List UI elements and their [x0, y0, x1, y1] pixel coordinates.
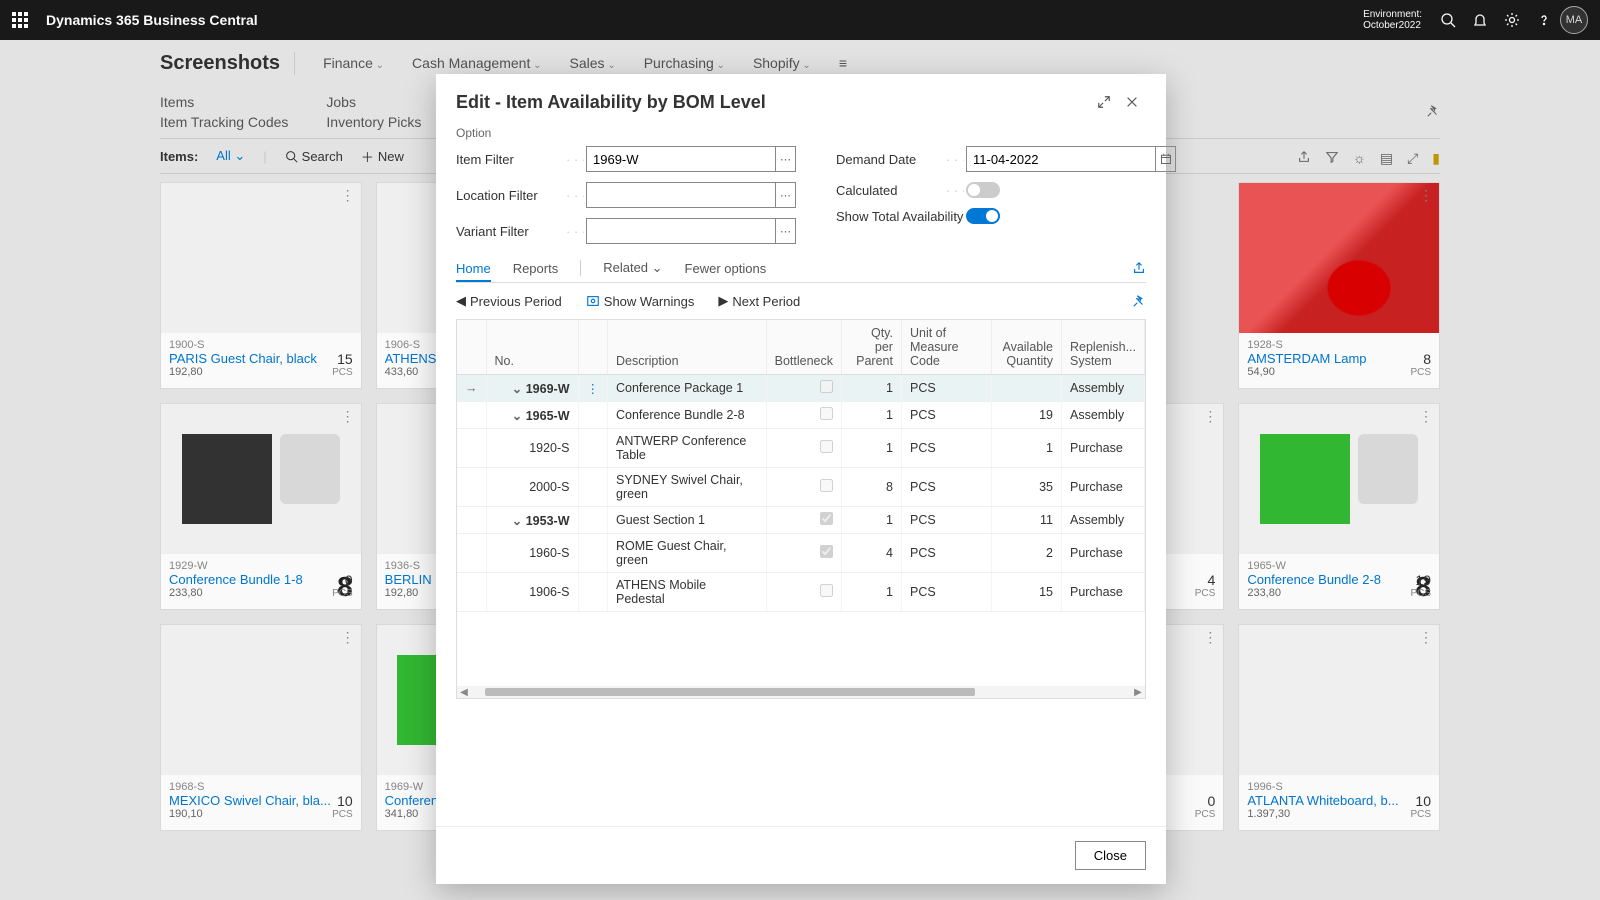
col-bottleneck[interactable]: Bottleneck — [775, 354, 833, 368]
col-qty-per-parent[interactable]: Qty. per Parent — [856, 326, 893, 368]
collapse-icon[interactable]: ⌄ — [512, 382, 522, 396]
table-row[interactable]: ⌄ 1953-W Guest Section 1 1 PCS 11 Assemb… — [457, 507, 1145, 534]
location-filter-label: Location Filter — [456, 188, 586, 203]
bottleneck-checkbox — [820, 584, 833, 597]
table-row[interactable]: 1920-S ANTWERP Conference Table 1 PCS 1 … — [457, 429, 1145, 468]
variant-filter-label: Variant Filter — [456, 224, 586, 239]
tab-home[interactable]: Home — [456, 261, 491, 282]
bottleneck-checkbox — [820, 407, 833, 420]
tab-related[interactable]: Related ⌄ — [603, 260, 662, 276]
show-warnings-button[interactable]: Show Warnings — [586, 294, 695, 309]
col-uom[interactable]: Unit of Measure Code — [910, 326, 959, 368]
bottleneck-checkbox — [820, 479, 833, 492]
table-row[interactable]: → ⌄ 1969-W ⋮ Conference Package 1 1 PCS … — [457, 375, 1145, 402]
col-no[interactable]: No. — [495, 354, 514, 368]
col-available-qty[interactable]: Available Quantity — [1002, 340, 1053, 368]
table-row[interactable]: 1960-S ROME Guest Chair, green 4 PCS 2 P… — [457, 534, 1145, 573]
show-total-toggle[interactable] — [966, 208, 1000, 224]
modal-share-icon[interactable] — [1132, 261, 1146, 275]
next-period-button[interactable]: ▶ Next Period — [718, 293, 800, 309]
location-filter-input[interactable] — [586, 182, 776, 208]
maximize-icon[interactable] — [1090, 88, 1118, 116]
calculated-toggle[interactable] — [966, 182, 1000, 198]
row-menu-icon[interactable]: ⋮ — [587, 382, 600, 396]
modal-tabs: Home Reports Related ⌄ Fewer options — [456, 260, 1146, 283]
item-filter-lookup-icon[interactable]: ⋯ — [776, 146, 796, 172]
location-filter-lookup-icon[interactable]: ⋯ — [776, 182, 796, 208]
close-icon[interactable] — [1118, 88, 1146, 116]
collapse-icon[interactable]: ⌄ — [512, 514, 522, 528]
collapse-icon[interactable]: ⌄ — [512, 409, 522, 423]
bom-table: No. Description Bottleneck Qty. per Pare… — [456, 319, 1146, 699]
demand-date-input[interactable] — [966, 146, 1156, 172]
previous-period-button[interactable]: ◀ Previous Period — [456, 293, 562, 309]
period-actions: ◀ Previous Period Show Warnings ▶ Next P… — [456, 283, 1146, 319]
table-row[interactable]: 1906-S ATHENS Mobile Pedestal 1 PCS 15 P… — [457, 573, 1145, 612]
modal-title: Edit - Item Availability by BOM Level — [456, 92, 766, 113]
table-row[interactable]: 2000-S SYDNEY Swivel Chair, green 8 PCS … — [457, 468, 1145, 507]
item-filter-input[interactable] — [586, 146, 776, 172]
demand-date-label: Demand Date — [836, 152, 966, 167]
bottleneck-checkbox — [820, 545, 833, 558]
bottleneck-checkbox — [820, 440, 833, 453]
period-pin-icon[interactable] — [1132, 294, 1146, 308]
bom-availability-modal: Edit - Item Availability by BOM Level Op… — [436, 74, 1166, 884]
horizontal-scrollbar[interactable]: ◀▶ — [457, 686, 1145, 698]
table-row[interactable]: ⌄ 1965-W Conference Bundle 2-8 1 PCS 19 … — [457, 402, 1145, 429]
option-section-label: Option — [456, 126, 1146, 140]
item-filter-label: Item Filter — [456, 152, 586, 167]
col-description[interactable]: Description — [616, 354, 679, 368]
bottleneck-checkbox — [820, 512, 833, 525]
tab-fewer-options[interactable]: Fewer options — [685, 261, 767, 276]
col-replenish[interactable]: Replenish... System — [1070, 340, 1136, 368]
tab-reports[interactable]: Reports — [513, 261, 559, 276]
bottleneck-checkbox — [820, 380, 833, 393]
show-total-label: Show Total Availability — [836, 209, 966, 224]
calendar-icon[interactable] — [1156, 146, 1176, 172]
calculated-label: Calculated — [836, 183, 966, 198]
variant-filter-lookup-icon[interactable]: ⋯ — [776, 218, 796, 244]
variant-filter-input[interactable] — [586, 218, 776, 244]
close-button[interactable]: Close — [1075, 841, 1146, 870]
